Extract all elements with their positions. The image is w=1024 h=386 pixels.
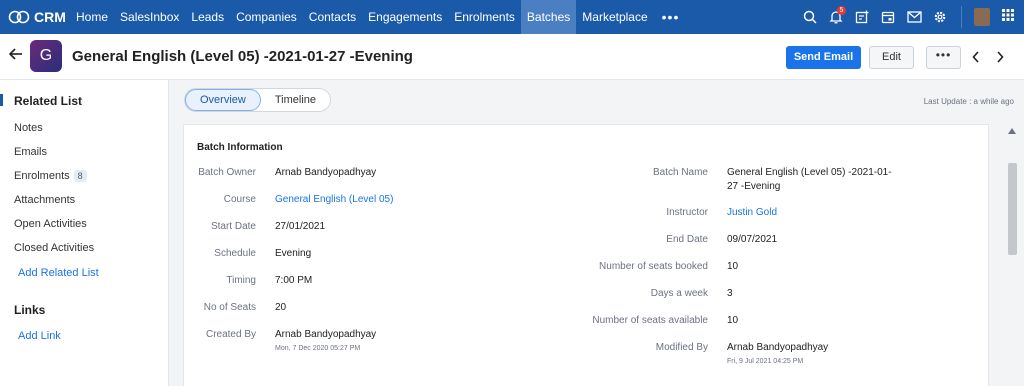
record-header: G General English (Level 05) -2021-01-27… — [0, 34, 1024, 80]
sidebar-item-enrolments[interactable]: Enrolments 8 — [14, 170, 87, 182]
user-avatar[interactable] — [974, 8, 990, 26]
gear-icon[interactable] — [927, 0, 953, 34]
field-label-start-date: Start Date — [210, 221, 256, 232]
field-label-timing: Timing — [226, 275, 256, 286]
nav-item-salesinbox[interactable]: SalesInbox — [114, 0, 185, 34]
nav-item-home[interactable]: Home — [70, 0, 114, 34]
nav-item-batches[interactable]: Batches — [520, 0, 577, 34]
add-related-list-link[interactable]: Add Related List — [18, 267, 99, 279]
modified-timestamp: Fri, 9 Jul 2021 04:25 PM — [727, 358, 804, 365]
related-list-sidebar: Related List Notes Emails Enrolments 8 At… — [0, 80, 169, 386]
links-heading: Links — [14, 303, 46, 317]
record-avatar: G — [30, 40, 62, 72]
field-value-created-by: Arnab Bandyopadhyay — [275, 329, 377, 340]
field-value-no-of-seats: 20 — [275, 302, 287, 313]
sidebar-item-notes[interactable]: Notes — [14, 122, 43, 134]
field-label-instructor: Instructor — [666, 207, 708, 218]
sidebar-item-attachments[interactable]: Attachments — [14, 194, 75, 206]
field-value-schedule: Evening — [275, 248, 312, 259]
sidebar-item-open-activities[interactable]: Open Activities — [14, 218, 87, 230]
field-value-course-link[interactable]: General English (Level 05) — [275, 193, 393, 207]
edit-button[interactable]: Edit — [869, 46, 914, 69]
scrollbar-thumb[interactable] — [1008, 163, 1017, 255]
add-activity-icon[interactable] — [849, 0, 875, 34]
field-value-seats-available: 10 — [727, 315, 739, 326]
back-arrow-icon[interactable] — [9, 48, 23, 60]
bell-icon[interactable]: 5 — [823, 0, 849, 34]
top-navigation-bar: CRM Home SalesInbox Leads Companies Cont… — [0, 0, 1024, 34]
scroll-up-arrow-icon[interactable] — [1008, 128, 1016, 134]
search-icon[interactable] — [797, 0, 823, 34]
field-label-seats-available: Number of seats available — [592, 315, 708, 326]
field-label-no-of-seats: No of Seats — [203, 302, 256, 313]
tab-timeline[interactable]: Timeline — [261, 89, 330, 111]
notification-badge: 5 — [837, 6, 846, 15]
field-value-days-a-week: 3 — [727, 288, 733, 299]
field-value-seats-booked: 10 — [727, 261, 739, 272]
last-update-text: Last Update : a while ago — [923, 97, 1014, 106]
sidebar-item-closed-activities[interactable]: Closed Activities — [14, 242, 94, 254]
enrolments-count-badge: 8 — [73, 170, 87, 182]
view-tabs: Overview Timeline — [184, 88, 332, 112]
batch-information-card: Batch Information Batch Owner Arnab Band… — [183, 124, 989, 386]
active-section-marker — [0, 94, 3, 106]
record-title: General English (Level 05) -2021-01-27 -… — [72, 48, 413, 65]
field-value-end-date: 09/07/2021 — [727, 234, 778, 245]
nav-item-contacts[interactable]: Contacts — [303, 0, 362, 34]
field-label-course: Course — [223, 194, 256, 205]
field-label-created-by: Created By — [205, 329, 256, 340]
nav-more-button[interactable]: ••• — [654, 2, 688, 32]
mail-icon[interactable] — [901, 0, 927, 34]
nav-divider — [961, 6, 962, 28]
calendar-icon[interactable] — [875, 0, 901, 34]
field-label-schedule: Schedule — [214, 248, 256, 259]
field-label-modified-by: Modified By — [655, 342, 708, 353]
section-title: Batch Information — [197, 142, 283, 153]
next-record-icon[interactable] — [996, 51, 1004, 63]
field-value-instructor-link[interactable]: Justin Gold — [727, 206, 777, 220]
send-email-button[interactable]: Send Email — [786, 46, 861, 69]
sidebar-item-emails[interactable]: Emails — [14, 146, 47, 158]
field-value-batch-owner: Arnab Bandyopadhyay — [275, 167, 377, 178]
field-label-days-a-week: Days a week — [650, 288, 708, 299]
field-value-batch-name-line1: General English (Level 05) -2021-01- — [727, 167, 892, 178]
apps-grid-icon[interactable] — [1002, 8, 1014, 26]
field-label-batch-name: Batch Name — [652, 167, 708, 178]
field-label-batch-owner: Batch Owner — [198, 167, 256, 178]
field-label-seats-booked: Number of seats booked — [599, 261, 708, 272]
more-actions-button[interactable]: ••• — [926, 46, 961, 69]
nav-item-leads[interactable]: Leads — [185, 0, 230, 34]
add-link-link[interactable]: Add Link — [18, 330, 61, 342]
tabs-bar: Overview Timeline Last Update : a while … — [170, 80, 1024, 122]
field-value-modified-by: Arnab Bandyopadhyay — [727, 342, 829, 353]
nav-item-companies[interactable]: Companies — [230, 0, 303, 34]
crm-logo-icon — [8, 10, 30, 24]
related-list-heading: Related List — [14, 94, 83, 108]
nav-item-enrolments[interactable]: Enrolments — [448, 0, 521, 34]
previous-record-icon[interactable] — [972, 51, 980, 63]
field-value-batch-name-line2: 27 -Evening — [727, 181, 781, 192]
app-name: CRM — [34, 9, 66, 25]
created-timestamp: Mon, 7 Dec 2020 05:27 PM — [275, 345, 361, 352]
field-label-end-date: End Date — [666, 234, 708, 245]
field-value-timing: 7:00 PM — [275, 275, 313, 286]
crm-logo[interactable]: CRM — [0, 9, 70, 25]
field-value-start-date: 27/01/2021 — [275, 221, 326, 232]
nav-item-marketplace[interactable]: Marketplace — [576, 0, 653, 34]
tab-overview[interactable]: Overview — [185, 89, 261, 111]
nav-item-engagements[interactable]: Engagements — [362, 0, 448, 34]
sidebar-item-label: Enrolments — [14, 170, 70, 182]
